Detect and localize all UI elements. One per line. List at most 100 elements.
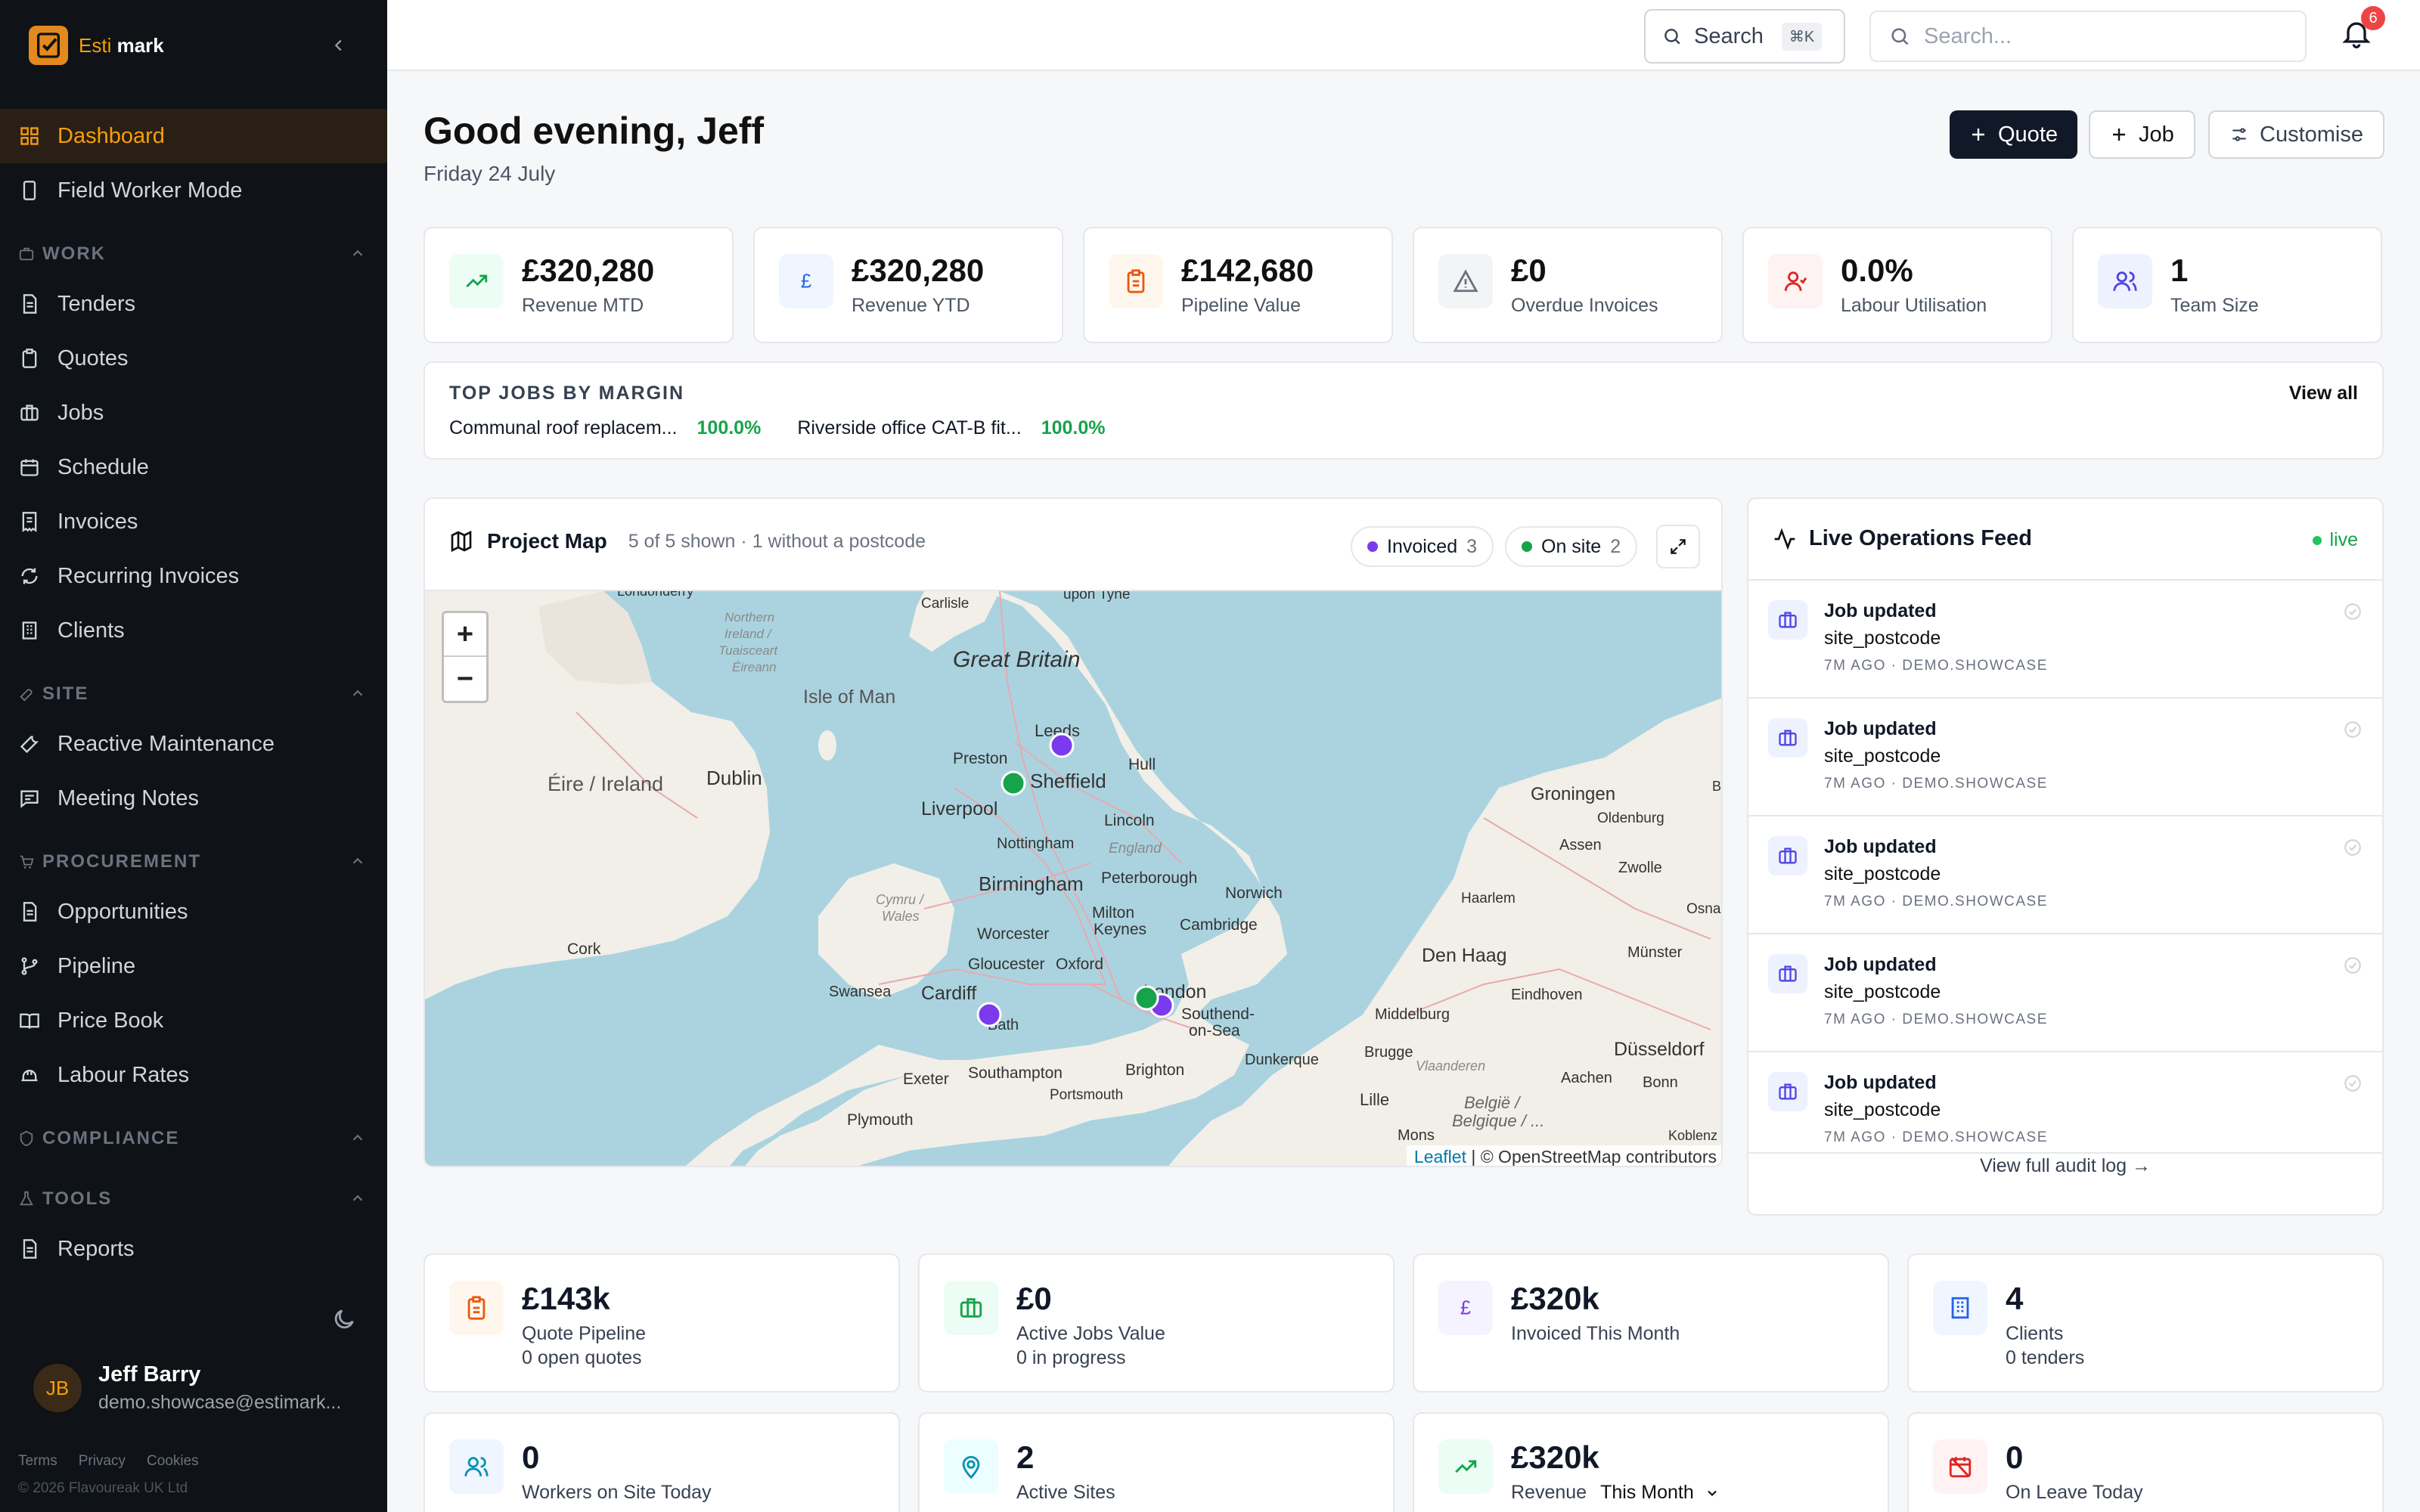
kpi-card-active-sites[interactable]: 2 Active Sites xyxy=(918,1412,1395,1512)
feed-item[interactable]: Job updated site_postcode 7M AGO · DEMO.… xyxy=(1748,816,2382,934)
kpi-card-workers-on-site[interactable]: 0 Workers on Site Today xyxy=(424,1412,900,1512)
sidebar-item-labour-rates[interactable]: Labour Rates xyxy=(0,1048,387,1102)
nav-section-site[interactable]: SITE xyxy=(0,671,387,717)
sidebar-item-meeting-notes[interactable]: Meeting Notes xyxy=(0,771,387,826)
expand-map-button[interactable] xyxy=(1656,525,1700,569)
customise-button[interactable]: Customise xyxy=(2208,110,2384,159)
live-dot xyxy=(2313,535,2322,545)
sidebar-item-price-book[interactable]: Price Book xyxy=(0,993,387,1048)
stat-card-pipeline-value[interactable]: £142,680 Pipeline Value xyxy=(1083,227,1393,343)
map-label: upon Tyne xyxy=(1063,591,1130,603)
brand[interactable]: Esti mark xyxy=(29,24,164,67)
kpi-card-on-leave-today[interactable]: 0 On Leave Today xyxy=(1907,1412,2384,1512)
terms-link[interactable]: Terms xyxy=(18,1453,57,1470)
leaflet-link[interactable]: Leaflet xyxy=(1414,1147,1466,1166)
sidebar-item-reports[interactable]: Reports xyxy=(0,1222,387,1276)
kpi-card-invoiced-this-month[interactable]: £ £320k Invoiced This Month xyxy=(1413,1253,1889,1393)
view-audit-log-link[interactable]: View full audit log → xyxy=(1748,1155,2382,1177)
briefcase-icon xyxy=(1768,600,1807,640)
chevron-up-icon xyxy=(352,689,363,696)
sidebar-item-dashboard[interactable]: Dashboard xyxy=(0,109,387,163)
map-label: Groningen xyxy=(1531,784,1615,804)
building-icon xyxy=(1933,1281,1987,1335)
sidebar-item-opportunities[interactable]: Opportunities xyxy=(0,885,387,939)
view-all-link[interactable]: View all xyxy=(2289,383,2358,404)
stat-label: Overdue Invoices xyxy=(1511,295,1658,316)
kpi-card-clients[interactable]: 4 Clients 0 tenders xyxy=(1907,1253,2384,1393)
feed-item-subtitle: site_postcode xyxy=(1824,745,1941,767)
stat-card-revenue-mtd[interactable]: £320,280 Revenue MTD xyxy=(424,227,734,343)
map-label: Hull xyxy=(1128,756,1156,773)
sidebar-item-label: Recurring Invoices xyxy=(57,563,240,588)
sidebar-item-field-worker-mode[interactable]: Field Worker Mode xyxy=(0,163,387,218)
map-label: Nottingham xyxy=(997,835,1074,852)
feed-item[interactable]: Job updated site_postcode 7M AGO · DEMO.… xyxy=(1748,581,2382,699)
feed-item[interactable]: Job updated site_postcode 7M AGO · DEMO.… xyxy=(1748,1052,2382,1154)
search-field[interactable] xyxy=(1869,11,2307,62)
nav-section-procurement[interactable]: PROCUREMENT xyxy=(0,839,387,885)
sidebar-item-label: Clients xyxy=(57,618,125,643)
nav-section-compliance[interactable]: COMPLIANCE xyxy=(0,1116,387,1161)
new-quote-button[interactable]: Quote xyxy=(1950,110,2077,159)
stat-card-revenue-ytd[interactable]: £ £320,280 Revenue YTD xyxy=(753,227,1063,343)
nav-section-work[interactable]: WORK xyxy=(0,231,387,277)
user-name: Jeff Barry xyxy=(98,1362,201,1387)
sidebar-item-quotes[interactable]: Quotes xyxy=(0,331,387,386)
kpi-value: 4 xyxy=(2006,1281,2024,1316)
sidebar-item-recurring-invoices[interactable]: Recurring Invoices xyxy=(0,549,387,603)
document-icon xyxy=(18,1238,41,1260)
stat-card-overdue-invoices[interactable]: £0 Overdue Invoices xyxy=(1413,227,1723,343)
map-label: Cymru / xyxy=(876,892,925,907)
legend-invoiced[interactable]: Invoiced 3 xyxy=(1351,526,1494,567)
top-job-item[interactable]: Riverside office CAT-B fit... 100.0% xyxy=(797,417,1105,439)
receipt-icon xyxy=(18,510,41,533)
map-label: Middelburg xyxy=(1375,1006,1450,1023)
period-select[interactable]: This Month xyxy=(1600,1482,1720,1504)
job-margin: 100.0% xyxy=(1041,417,1106,438)
button-label: Job xyxy=(2139,122,2174,147)
sidebar-item-jobs[interactable]: Jobs xyxy=(0,386,387,440)
stat-card-labour-utilisation[interactable]: 0.0% Labour Utilisation xyxy=(1742,227,2052,343)
search-input[interactable] xyxy=(1924,23,2287,49)
kpi-label: Invoiced This Month xyxy=(1511,1323,1680,1344)
map-label: Lincoln xyxy=(1104,812,1155,829)
user-profile[interactable]: JB Jeff Barry demo.showcase@estimark... xyxy=(33,1362,341,1414)
cookies-link[interactable]: Cookies xyxy=(147,1453,199,1470)
map-label: Tuaisceart xyxy=(718,643,778,658)
kpi-label-row: Revenue This Month xyxy=(1511,1482,1720,1504)
map-icon xyxy=(451,530,472,553)
calendar-off-icon xyxy=(1933,1439,1987,1494)
map-label: on-Sea xyxy=(1189,1022,1240,1040)
collapse-sidebar-button[interactable] xyxy=(324,30,354,60)
sidebar-item-tenders[interactable]: Tenders xyxy=(0,277,387,331)
map-canvas[interactable]: Londonderry Northern Ireland / Tuaiscear… xyxy=(425,591,1721,1166)
top-job-item[interactable]: Communal roof replacem... 100.0% xyxy=(449,417,761,439)
kpi-card-active-jobs-value[interactable]: £0 Active Jobs Value 0 in progress xyxy=(918,1253,1395,1393)
zoom-in-button[interactable]: + xyxy=(444,613,486,657)
message-icon xyxy=(18,787,41,810)
sidebar-item-label: Reactive Maintenance xyxy=(57,731,275,756)
kpi-card-revenue[interactable]: £320k Revenue This Month xyxy=(1413,1412,1889,1512)
stat-card-team-size[interactable]: 1 Team Size xyxy=(2072,227,2382,343)
sidebar-item-schedule[interactable]: Schedule xyxy=(0,440,387,494)
zoom-out-button[interactable]: − xyxy=(444,657,486,701)
feed-item[interactable]: Job updated site_postcode 7M AGO · DEMO.… xyxy=(1748,699,2382,816)
brand-name: Esti mark xyxy=(79,33,164,57)
legend-on-site[interactable]: On site 2 xyxy=(1505,526,1638,567)
theme-toggle-button[interactable] xyxy=(331,1306,357,1332)
command-search-button[interactable]: Search ⌘K xyxy=(1644,9,1845,64)
sidebar-item-label: Meeting Notes xyxy=(57,785,199,810)
sidebar-item-pipeline[interactable]: Pipeline xyxy=(0,939,387,993)
new-job-button[interactable]: Job xyxy=(2089,110,2195,159)
map-label: Sheffield xyxy=(1030,770,1106,792)
zoom-control: + − xyxy=(442,611,489,703)
kpi-card-quote-pipeline[interactable]: £143k Quote Pipeline 0 open quotes xyxy=(424,1253,900,1393)
sidebar-item-clients[interactable]: Clients xyxy=(0,603,387,658)
feed-item[interactable]: Job updated site_postcode 7M AGO · DEMO.… xyxy=(1748,934,2382,1052)
kpi-subtext: 0 tenders xyxy=(2006,1347,2085,1368)
privacy-link[interactable]: Privacy xyxy=(79,1453,126,1470)
sidebar-item-reactive-maintenance[interactable]: Reactive Maintenance xyxy=(0,717,387,771)
sidebar-item-invoices[interactable]: Invoices xyxy=(0,494,387,549)
nav-section-tools[interactable]: TOOLS xyxy=(0,1176,387,1222)
svg-text:£: £ xyxy=(801,271,811,293)
